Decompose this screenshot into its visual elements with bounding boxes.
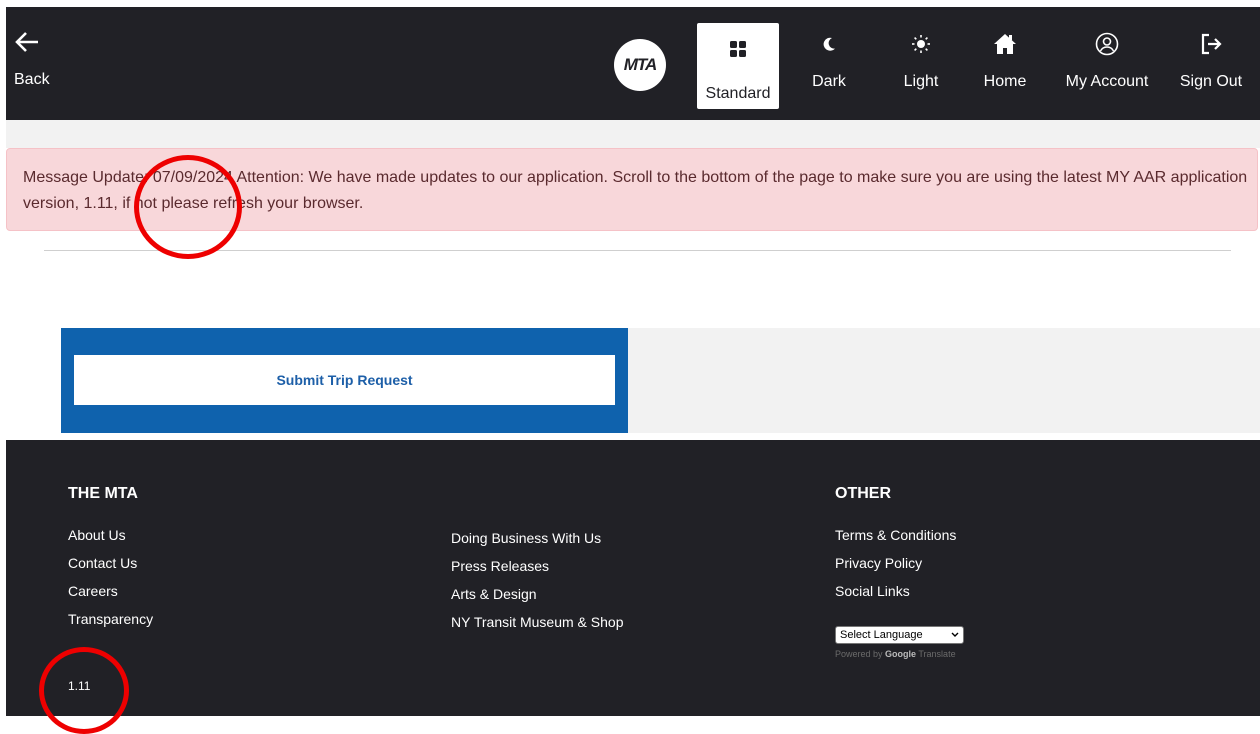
other-heading: OTHER [835,485,891,502]
footer-link-privacy[interactable]: Privacy Policy [835,555,922,571]
light-theme-button[interactable]: Light [896,7,946,120]
back-label: Back [14,71,50,88]
the-mta-heading: THE MTA [68,485,138,502]
header-spacer [6,120,1260,148]
footer-link-press-releases[interactable]: Press Releases [451,558,549,574]
dark-label: Dark [812,73,846,90]
google-logo: Google [885,649,917,659]
my-account-label: My Account [1065,73,1149,90]
divider [44,250,1231,251]
standard-label: Standard [705,85,771,102]
home-label: Home [983,73,1027,90]
footer-link-social[interactable]: Social Links [835,583,910,599]
arrow-left-icon [14,27,40,57]
footer-link-arts-design[interactable]: Arts & Design [451,586,537,602]
home-icon [993,29,1017,59]
update-alert: Message Update: 07/09/2024 Attention: We… [6,148,1258,231]
moon-icon [821,29,837,59]
user-circle-icon [1095,29,1119,59]
app-version: 1.11 [68,679,91,693]
light-label: Light [903,73,939,90]
powered-by-google: Powered by Google Translate [835,649,956,659]
home-button[interactable]: Home [979,7,1031,120]
top-nav-bar: Back MTA Standard Dark Light Home My Acc… [6,7,1260,120]
sun-icon [911,29,931,59]
footer-link-transit-museum[interactable]: NY Transit Museum & Shop [451,614,623,630]
sign-out-icon [1200,29,1222,59]
footer-link-contact-us[interactable]: Contact Us [68,555,137,571]
footer: THE MTA About Us Contact Us Careers Tran… [6,440,1260,716]
sign-out-button[interactable]: Sign Out [1178,7,1244,120]
powered-by-text: Powered by [835,649,883,659]
back-button[interactable]: Back [14,7,50,120]
grid-icon [729,37,747,61]
submit-trip-request-button[interactable]: Submit Trip Request [74,355,615,405]
my-account-button[interactable]: My Account [1062,7,1152,120]
mta-logo[interactable]: MTA [614,39,666,91]
sign-out-label: Sign Out [1179,73,1243,90]
footer-link-careers[interactable]: Careers [68,583,118,599]
footer-link-transparency[interactable]: Transparency [68,611,153,627]
translate-link[interactable]: Translate [918,649,955,659]
dark-theme-button[interactable]: Dark [804,7,854,120]
footer-link-doing-business[interactable]: Doing Business With Us [451,530,601,546]
chevron-down-icon [951,629,959,641]
standard-theme-button[interactable]: Standard [697,23,779,109]
footer-link-terms[interactable]: Terms & Conditions [835,527,956,543]
language-select-value: Select Language [840,629,923,641]
language-select[interactable]: Select Language [835,626,964,644]
footer-link-about-us[interactable]: About Us [68,527,126,543]
